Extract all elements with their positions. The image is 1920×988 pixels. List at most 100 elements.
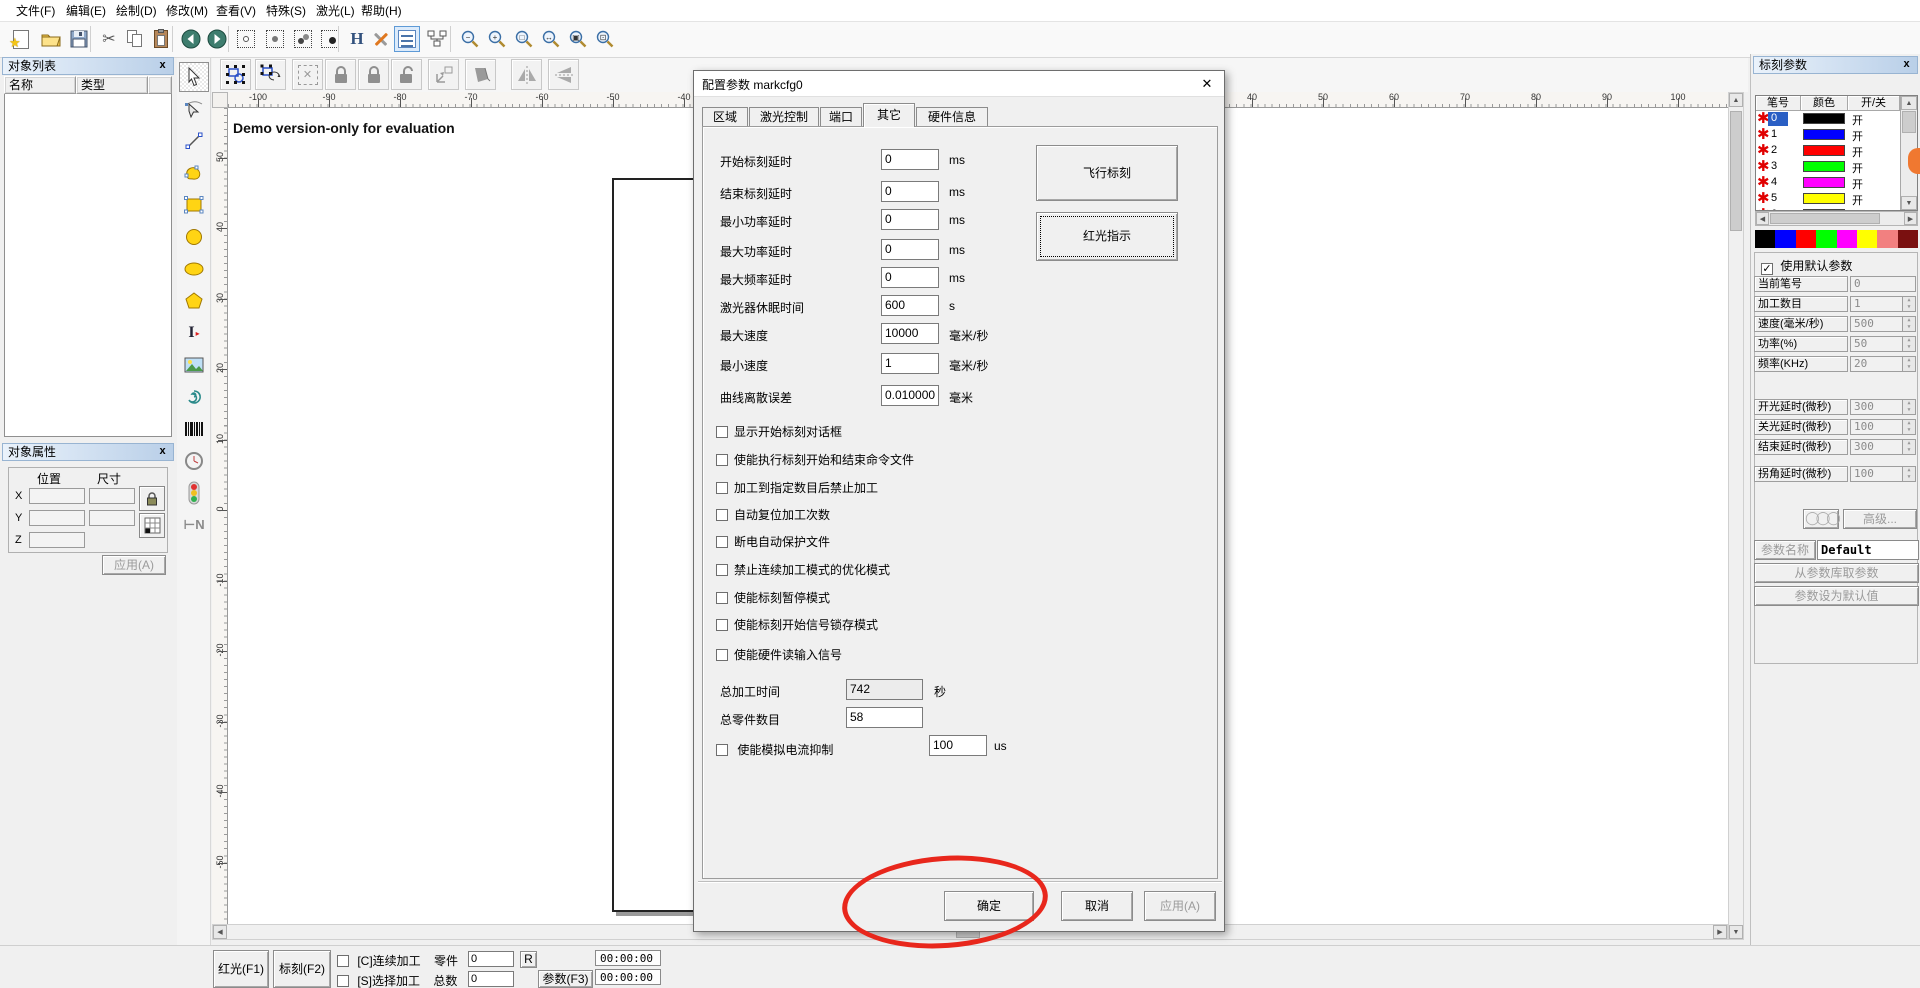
- pen-col-header[interactable]: 笔号: [1756, 96, 1801, 111]
- node-edit-icon[interactable]: [179, 94, 209, 124]
- copy-icon[interactable]: [122, 26, 148, 52]
- onoff-col-header[interactable]: 开/关: [1848, 96, 1900, 111]
- palette-color-1[interactable]: [1755, 230, 1775, 248]
- cancel-button[interactable]: 取消: [1061, 891, 1133, 921]
- unlock-icon[interactable]: [391, 59, 422, 90]
- vector-file-icon[interactable]: [179, 382, 209, 412]
- input-signal-icon[interactable]: ⊢N: [179, 510, 209, 540]
- system-tools-icon[interactable]: [368, 26, 394, 52]
- line-icon[interactable]: [179, 126, 209, 156]
- zoom-out-icon[interactable]: −: [457, 26, 483, 52]
- hatch-icon[interactable]: H: [344, 26, 370, 52]
- param-value-8[interactable]: 300▲▼: [1850, 439, 1916, 455]
- lock-icon[interactable]: [325, 59, 356, 90]
- red-light-pointer-button[interactable]: 红光指示: [1036, 212, 1178, 261]
- scroll-down-icon[interactable]: ▼: [1729, 925, 1743, 939]
- pen-apply-button[interactable]: ◯◯◯: [1803, 509, 1839, 529]
- fill-icon[interactable]: [465, 59, 496, 90]
- lock-icon[interactable]: [358, 59, 389, 90]
- field-input-1[interactable]: 0: [881, 149, 939, 170]
- dialog-checkbox-row-2[interactable]: 使能执行标刻开始和结束命令文件: [716, 451, 914, 468]
- spinner-icon[interactable]: ▲▼: [1902, 467, 1915, 481]
- mark-params-title[interactable]: 标刻参数 x: [1753, 56, 1918, 74]
- column-type[interactable]: 类型: [76, 76, 148, 94]
- cut-icon[interactable]: ✂: [96, 26, 122, 52]
- close-icon[interactable]: x: [1900, 58, 1913, 72]
- total-value-1[interactable]: 742: [846, 679, 923, 700]
- column-name[interactable]: 名称: [4, 76, 76, 94]
- field-input-4[interactable]: 0: [881, 239, 939, 260]
- color-col-header[interactable]: 颜色: [1801, 96, 1848, 111]
- select-icon[interactable]: [179, 62, 209, 92]
- palette-color-5[interactable]: [1837, 230, 1857, 248]
- forward-icon[interactable]: [204, 26, 230, 52]
- pen-row-3[interactable]: ✱3开: [1756, 159, 1900, 175]
- y-size-input[interactable]: [89, 510, 135, 526]
- zoom-in-icon[interactable]: +: [484, 26, 510, 52]
- scroll-down-icon[interactable]: ▼: [1901, 196, 1917, 210]
- pen-table-hscroll[interactable]: ◀ ▶: [1755, 211, 1918, 226]
- menu-item-2[interactable]: 编辑(E): [58, 0, 114, 22]
- tab-3[interactable]: 端口: [820, 107, 862, 127]
- clock-icon[interactable]: [179, 446, 209, 476]
- delete-array-icon[interactable]: ✕: [292, 59, 323, 90]
- pen-vscroll-thumb[interactable]: [1902, 111, 1916, 133]
- mirror-horizontal-icon[interactable]: [511, 59, 542, 90]
- advanced-button[interactable]: 高级...: [1843, 509, 1917, 529]
- object-list-title[interactable]: 对象列表 x: [2, 57, 174, 75]
- traffic-light-icon[interactable]: [179, 478, 209, 508]
- pen-row-1[interactable]: ✱1开: [1756, 127, 1900, 143]
- tab-2[interactable]: 激光控制: [749, 107, 819, 127]
- dialog-checkbox-row-1[interactable]: 显示开始标刻对话框: [716, 423, 842, 440]
- pen-row-4[interactable]: ✱4开: [1756, 175, 1900, 191]
- use-default-row[interactable]: ✓ 使用默认参数: [1761, 257, 1852, 275]
- pen-hscroll-thumb[interactable]: [1770, 213, 1880, 224]
- spinner-icon[interactable]: ▲▼: [1902, 440, 1915, 454]
- zoom-page-icon[interactable]: ⊡: [592, 26, 618, 52]
- circle-icon[interactable]: [179, 222, 209, 252]
- checkbox-8[interactable]: [716, 619, 728, 631]
- checkbox-3[interactable]: [716, 482, 728, 494]
- vscroll-thumb[interactable]: [1730, 111, 1742, 231]
- param-value-6[interactable]: 300▲▼: [1850, 399, 1916, 415]
- select-mark-checkbox[interactable]: [337, 975, 349, 987]
- array-tool-4-icon[interactable]: [317, 26, 343, 52]
- select-group-icon[interactable]: [220, 59, 251, 90]
- dialog-checkbox-row-3[interactable]: 加工到指定数目后禁止加工: [716, 479, 878, 496]
- param-value-9[interactable]: 100▲▼: [1850, 466, 1916, 482]
- column-extra[interactable]: [148, 76, 172, 94]
- apply-button[interactable]: 应用(A): [1144, 891, 1216, 921]
- palette-color-7[interactable]: [1877, 230, 1897, 248]
- x-position-input[interactable]: [29, 488, 85, 504]
- field-input-6[interactable]: 600: [881, 295, 939, 316]
- param-value-3[interactable]: 500▲▼: [1850, 316, 1916, 332]
- rectangle-icon[interactable]: [179, 190, 209, 220]
- total-value-2[interactable]: 58: [846, 707, 923, 728]
- mirror-vertical-icon[interactable]: [548, 59, 579, 90]
- menu-item-6[interactable]: 特殊(S): [258, 0, 314, 22]
- palette-color-6[interactable]: [1857, 230, 1877, 248]
- array-tool-3-icon[interactable]: [290, 26, 316, 52]
- scroll-up-icon[interactable]: ▲: [1901, 96, 1917, 110]
- field-input-8[interactable]: 1: [881, 353, 939, 374]
- menu-item-1[interactable]: 文件(F): [8, 0, 63, 22]
- palette-color-2[interactable]: [1775, 230, 1795, 248]
- object-list-body[interactable]: [4, 94, 172, 437]
- lock-aspect-button[interactable]: [139, 486, 165, 511]
- spinner-icon[interactable]: ▲▼: [1902, 317, 1915, 331]
- palette-color-8[interactable]: [1898, 230, 1918, 248]
- spinner-icon[interactable]: ▲▼: [1902, 420, 1915, 434]
- dialog-checkbox-row-4[interactable]: 自动复位加工次数: [716, 506, 830, 523]
- zoom-window-icon[interactable]: □: [511, 26, 537, 52]
- spinner-icon[interactable]: ▲▼: [1902, 337, 1915, 351]
- pen-row-2[interactable]: ✱2开: [1756, 143, 1900, 159]
- image-icon[interactable]: [179, 350, 209, 380]
- use-default-checkbox[interactable]: ✓: [1761, 263, 1773, 275]
- dialog-checkbox-row-7[interactable]: 使能标刻暂停模式: [716, 589, 830, 606]
- checkbox-6[interactable]: [716, 564, 728, 576]
- dialog-checkbox-row-5[interactable]: 断电自动保护文件: [716, 533, 830, 550]
- param-value-2[interactable]: 1▲▼: [1850, 296, 1916, 312]
- rotate-copy-icon[interactable]: [255, 59, 286, 90]
- palette-color-3[interactable]: [1796, 230, 1816, 248]
- checkbox-4[interactable]: [716, 509, 728, 521]
